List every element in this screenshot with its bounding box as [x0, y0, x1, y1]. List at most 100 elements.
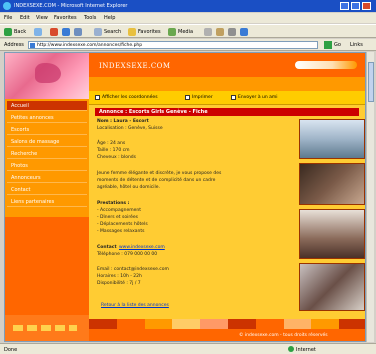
status-bar: Done Internet: [0, 343, 376, 354]
detail-desc-3: agréable, hôtel ou domicile.: [97, 185, 160, 190]
forward-icon[interactable]: [34, 28, 42, 36]
services-title: Prestations :: [97, 201, 130, 206]
status-zone: Internet: [296, 347, 316, 353]
site-footer: © indexsexe.com - tous droits réservés: [89, 329, 365, 341]
menu-view[interactable]: View: [36, 15, 48, 21]
option-link-3[interactable]: Envoyer à un ami: [238, 95, 278, 100]
site-header: INDEXSEXE.COM: [89, 53, 365, 77]
go-button[interactable]: Go: [334, 42, 341, 48]
menu-bar: File Edit View Favorites Tools Help: [0, 13, 376, 23]
color-strip: [89, 319, 365, 329]
nav-item-5[interactable]: Photos: [7, 161, 87, 171]
links-button[interactable]: Links: [350, 42, 363, 48]
page-icon: [30, 43, 35, 48]
toolbar: Back Search Favorites Media: [0, 24, 376, 38]
stop-icon[interactable]: [50, 28, 58, 36]
maximize-button[interactable]: [351, 2, 360, 10]
print-icon[interactable]: [228, 28, 236, 36]
address-label: Address: [4, 42, 24, 48]
history-icon[interactable]: [204, 28, 212, 36]
option-checkbox-1[interactable]: [95, 95, 100, 100]
menu-file[interactable]: File: [4, 15, 12, 21]
listing-photo-2[interactable]: [299, 163, 365, 205]
nav-item-1[interactable]: Petites annonces: [7, 113, 87, 123]
back-label[interactable]: Back: [14, 29, 26, 35]
menu-help[interactable]: Help: [104, 15, 115, 21]
page-viewport: Accueil Petites annonces Escorts Salons de …: [4, 52, 366, 342]
nav-item-3[interactable]: Salons de massage: [7, 137, 87, 147]
contact-hours: Horaires : 10h - 22h: [97, 274, 142, 279]
header-subbar: [89, 77, 365, 91]
detail-desc-1: Jeune femme élégante et discrète, je vou…: [97, 171, 222, 176]
service-4: - Massages relaxants: [97, 229, 145, 234]
nav-item-0[interactable]: Accueil: [7, 101, 87, 111]
footer-logo-mark: [13, 325, 77, 331]
status-text: Done: [4, 347, 18, 353]
header-logo[interactable]: [295, 61, 357, 69]
favorites-icon[interactable]: [128, 28, 136, 36]
service-1: - Accompagnement: [97, 208, 141, 213]
minimize-button[interactable]: [340, 2, 349, 10]
detail-hair: Cheveux : blonds: [97, 155, 136, 160]
contact-title: Contact: [97, 245, 117, 250]
nav-item-6[interactable]: Annonceurs: [7, 173, 87, 183]
edit-icon[interactable]: [240, 28, 248, 36]
nav-item-4[interactable]: Recherche: [7, 149, 87, 159]
refresh-icon[interactable]: [62, 28, 70, 36]
service-3: - Déplacements hôtels: [97, 222, 148, 227]
detail-location: Localisation : Genève, Suisse: [97, 126, 163, 131]
nav-item-8[interactable]: Liens partenaires: [7, 197, 87, 207]
detail-age: Âge : 24 ans: [97, 141, 126, 146]
logo-shape: [35, 63, 61, 83]
listing-photo-1[interactable]: [299, 119, 365, 159]
site-logo-image[interactable]: [5, 53, 89, 99]
search-label[interactable]: Search: [104, 29, 121, 35]
service-2: - Dîners et soirées: [97, 215, 138, 220]
search-icon[interactable]: [94, 28, 102, 36]
window-title: INDEXSEXE.COM - Microsoft Internet Explo…: [14, 3, 128, 9]
media-label[interactable]: Media: [178, 29, 193, 35]
menu-edit[interactable]: Edit: [20, 15, 30, 21]
contact-email: Email : contact@indexsexe.com: [97, 267, 169, 272]
detail-height: Taille : 170 cm: [97, 148, 130, 153]
option-link-row: Afficher les coordonnées Imprimer Envoye…: [89, 91, 365, 105]
back-to-list-link[interactable]: Retour à la liste des annonces: [101, 303, 169, 308]
section-title-bar: Annonce : Escorts Girls Genève - Fiche: [95, 108, 359, 116]
option-checkbox-3[interactable]: [231, 95, 236, 100]
footer-copyright: © indexsexe.com - tous droits réservés: [239, 333, 328, 338]
site-brand[interactable]: INDEXSEXE.COM: [99, 62, 171, 70]
contact-phone: Téléphone : 079 000 00 00: [97, 252, 158, 257]
scrollbar-thumb[interactable]: [368, 62, 374, 102]
listing-photo-4[interactable]: [299, 263, 365, 311]
left-nav-footer: [5, 315, 89, 341]
option-checkbox-2[interactable]: [185, 95, 190, 100]
mail-icon[interactable]: [216, 28, 224, 36]
section-title: Annonce : Escorts Girls Genève - Fiche: [99, 109, 208, 115]
address-url: http://www.indexsexe.com/annonces/fiche.…: [37, 43, 143, 48]
ie-logo-icon: [3, 2, 11, 10]
option-link-1[interactable]: Afficher les coordonnées: [102, 95, 158, 100]
window-titlebar: INDEXSEXE.COM - Microsoft Internet Explo…: [0, 0, 376, 12]
detail-name: Nom : Laura - Escort: [97, 119, 149, 124]
address-input[interactable]: http://www.indexsexe.com/annonces/fiche.…: [28, 41, 318, 49]
home-icon[interactable]: [74, 28, 82, 36]
nav-item-2[interactable]: Escorts: [7, 125, 87, 135]
favorites-label[interactable]: Favorites: [138, 29, 161, 35]
media-icon[interactable]: [168, 28, 176, 36]
left-nav-filler: [5, 217, 89, 315]
detail-desc-2: moments de détente et de complicité dans…: [97, 178, 216, 183]
go-arrow-icon[interactable]: [324, 41, 332, 49]
address-bar: Address http://www.indexsexe.com/annonce…: [0, 39, 376, 51]
internet-zone-icon: [288, 346, 294, 352]
vertical-scrollbar[interactable]: [366, 52, 374, 342]
menu-tools[interactable]: Tools: [84, 15, 96, 21]
menu-favorites[interactable]: Favorites: [54, 15, 77, 21]
nav-item-7[interactable]: Contact: [7, 185, 87, 195]
back-icon[interactable]: [4, 28, 12, 36]
close-button[interactable]: [362, 2, 371, 10]
listing-photo-3[interactable]: [299, 209, 365, 259]
option-link-2[interactable]: Imprimer: [192, 95, 213, 100]
left-nav: Accueil Petites annonces Escorts Salons de …: [5, 53, 89, 341]
contact-availability: Disponibilité : 7j / 7: [97, 281, 141, 286]
contact-link[interactable]: www.indexsexe.com: [119, 245, 165, 250]
